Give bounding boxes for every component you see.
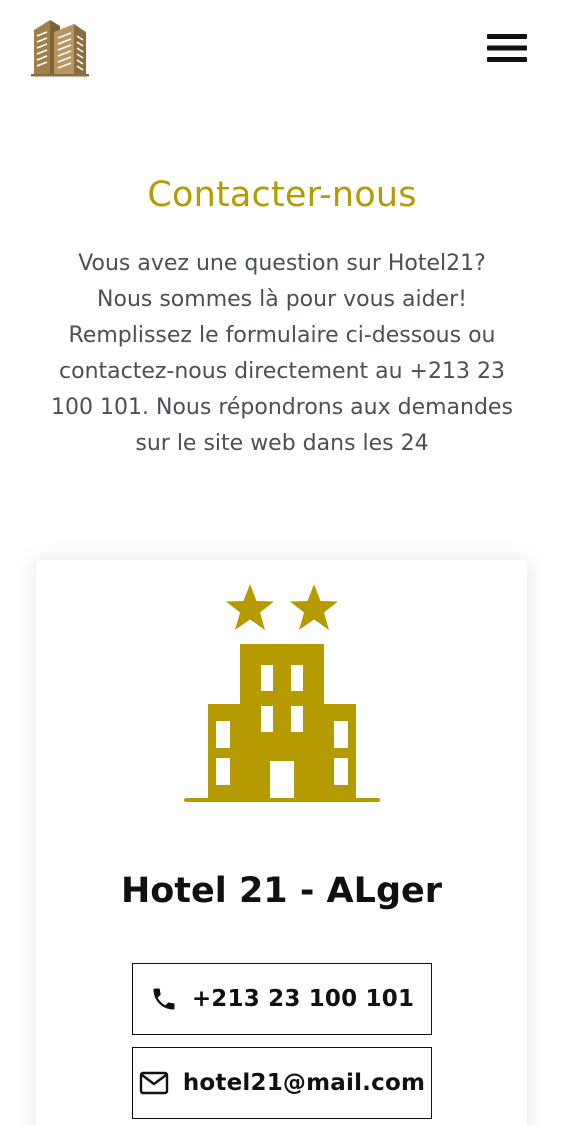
site-header	[0, 0, 564, 96]
hamburger-menu-icon[interactable]	[483, 30, 531, 66]
phone-number: +213 23 100 101	[191, 986, 415, 1012]
hotel-contact-card: Hotel 21 - ALger +213 23 100 101 hotel21…	[36, 560, 527, 1125]
page-title: Contacter-nous	[147, 175, 417, 215]
email-address: hotel21@mail.com	[182, 1070, 426, 1096]
phone-button[interactable]: +213 23 100 101	[132, 963, 432, 1035]
intro-paragraph: Vous avez une question sur Hotel21? Nous…	[51, 251, 513, 456]
page: Contacter-nous Vous avez une question su…	[0, 0, 564, 1125]
phone-icon	[153, 988, 175, 1010]
two-star-hotel-icon	[182, 582, 382, 802]
mail-icon	[139, 1071, 169, 1095]
building-logo-icon[interactable]	[30, 18, 90, 78]
email-button[interactable]: hotel21@mail.com	[132, 1047, 432, 1119]
hotel-name: Hotel 21 - ALger	[120, 871, 443, 911]
